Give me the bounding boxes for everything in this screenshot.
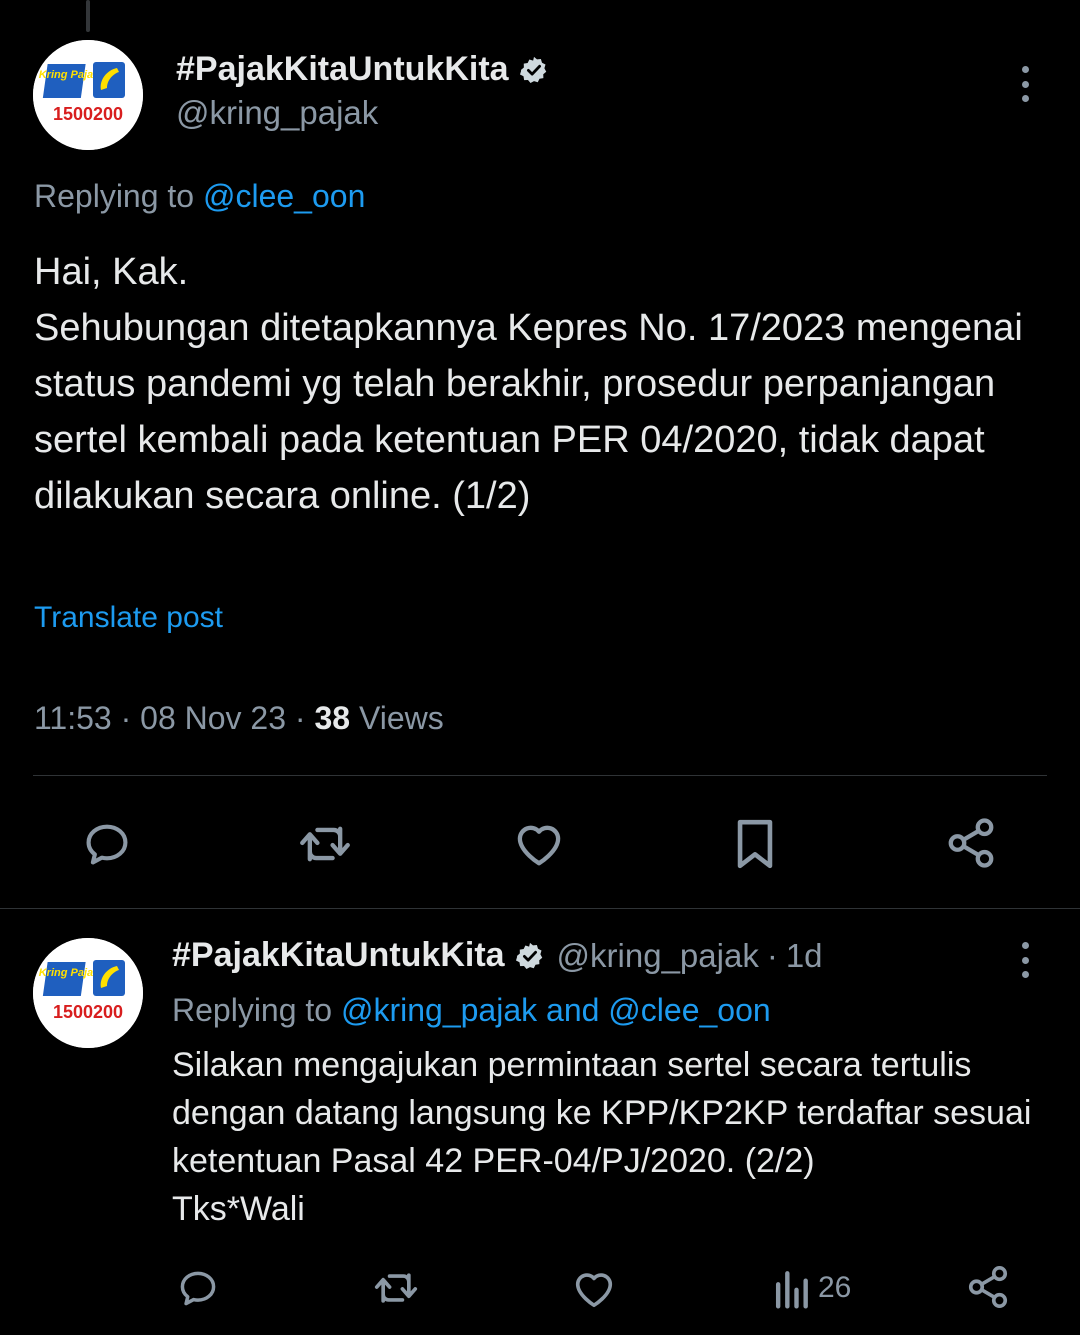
author-handle[interactable]: @kring_pajak (557, 937, 759, 975)
views-button[interactable]: 26 (772, 1266, 851, 1310)
replying-prefix: Replying to (34, 178, 195, 214)
share-icon (968, 1266, 1008, 1308)
kring-pajak-logo: Kring Pajak 1500200 (33, 938, 143, 1048)
reply-button[interactable] (80, 818, 134, 870)
author-handle[interactable]: @kring_pajak (176, 94, 378, 132)
like-icon (517, 825, 561, 866)
like-button[interactable] (512, 818, 566, 868)
share-button[interactable] (965, 1264, 1011, 1310)
more-icon[interactable] (1020, 66, 1030, 102)
bookmark-button[interactable] (732, 816, 778, 872)
translate-post-link[interactable]: Translate post (34, 601, 223, 635)
author-name-row: #PajakKitaUntukKita @kring_pajak · 1d (172, 936, 823, 975)
reply-button[interactable] (175, 1266, 221, 1310)
share-icon (948, 818, 994, 868)
like-button[interactable] (571, 1266, 617, 1310)
post-text: Silakan mengajukan permintaan sertel sec… (172, 1046, 1032, 1228)
views-count: 26 (818, 1271, 852, 1304)
divider (33, 775, 1047, 776)
replying-to: Replying to @kring_pajak and @clee_oon (172, 992, 771, 1029)
post-time[interactable]: 11:53 (34, 700, 112, 736)
like-icon (575, 1273, 613, 1308)
post-date[interactable]: 08 Nov 23 (140, 700, 286, 736)
author-display-name[interactable]: #PajakKitaUntukKita (172, 936, 505, 975)
bookmark-icon (737, 819, 773, 869)
avatar[interactable]: Kring Pajak 1500200 (33, 938, 143, 1048)
avatar[interactable]: Kring Pajak 1500200 (33, 40, 143, 150)
replying-to: Replying to @clee_oon (34, 178, 365, 215)
views-label: Views (358, 700, 444, 736)
author-display-name[interactable]: #PajakKitaUntukKita (176, 50, 509, 89)
svg-text:Kring Pajak: Kring Pajak (39, 967, 100, 979)
post-age[interactable]: 1d (786, 937, 823, 975)
repost-icon (374, 1273, 418, 1303)
mention-link[interactable]: @kring_pajak and @clee_oon (341, 992, 771, 1028)
views-icon (775, 1271, 808, 1309)
repost-icon (300, 826, 350, 862)
svg-text:1500200: 1500200 (53, 104, 123, 124)
more-icon[interactable] (1020, 942, 1030, 978)
verified-badge-icon (515, 942, 542, 969)
replying-prefix: Replying to (172, 992, 333, 1028)
svg-text:1500200: 1500200 (53, 1002, 123, 1022)
reply-icon (86, 824, 128, 865)
views-count: 38 (314, 700, 351, 736)
verified-badge-icon (519, 56, 546, 83)
mention-link[interactable]: @clee_oon (203, 178, 365, 214)
svg-text:Kring Pajak: Kring Pajak (39, 69, 100, 81)
reply-icon (180, 1271, 216, 1306)
share-button[interactable] (944, 816, 998, 870)
kring-pajak-logo: Kring Pajak 1500200 (33, 40, 143, 150)
repost-button[interactable] (295, 818, 355, 870)
thread-connector-line (86, 0, 90, 32)
thread-divider (0, 908, 1080, 909)
post-meta: 11:53 · 08 Nov 23 · 38 Views (34, 700, 444, 736)
post-text: Hai, Kak. Sehubungan ditetapkannya Kepre… (34, 251, 1023, 517)
repost-button[interactable] (370, 1266, 422, 1310)
author-name-row: #PajakKitaUntukKita (176, 50, 549, 89)
